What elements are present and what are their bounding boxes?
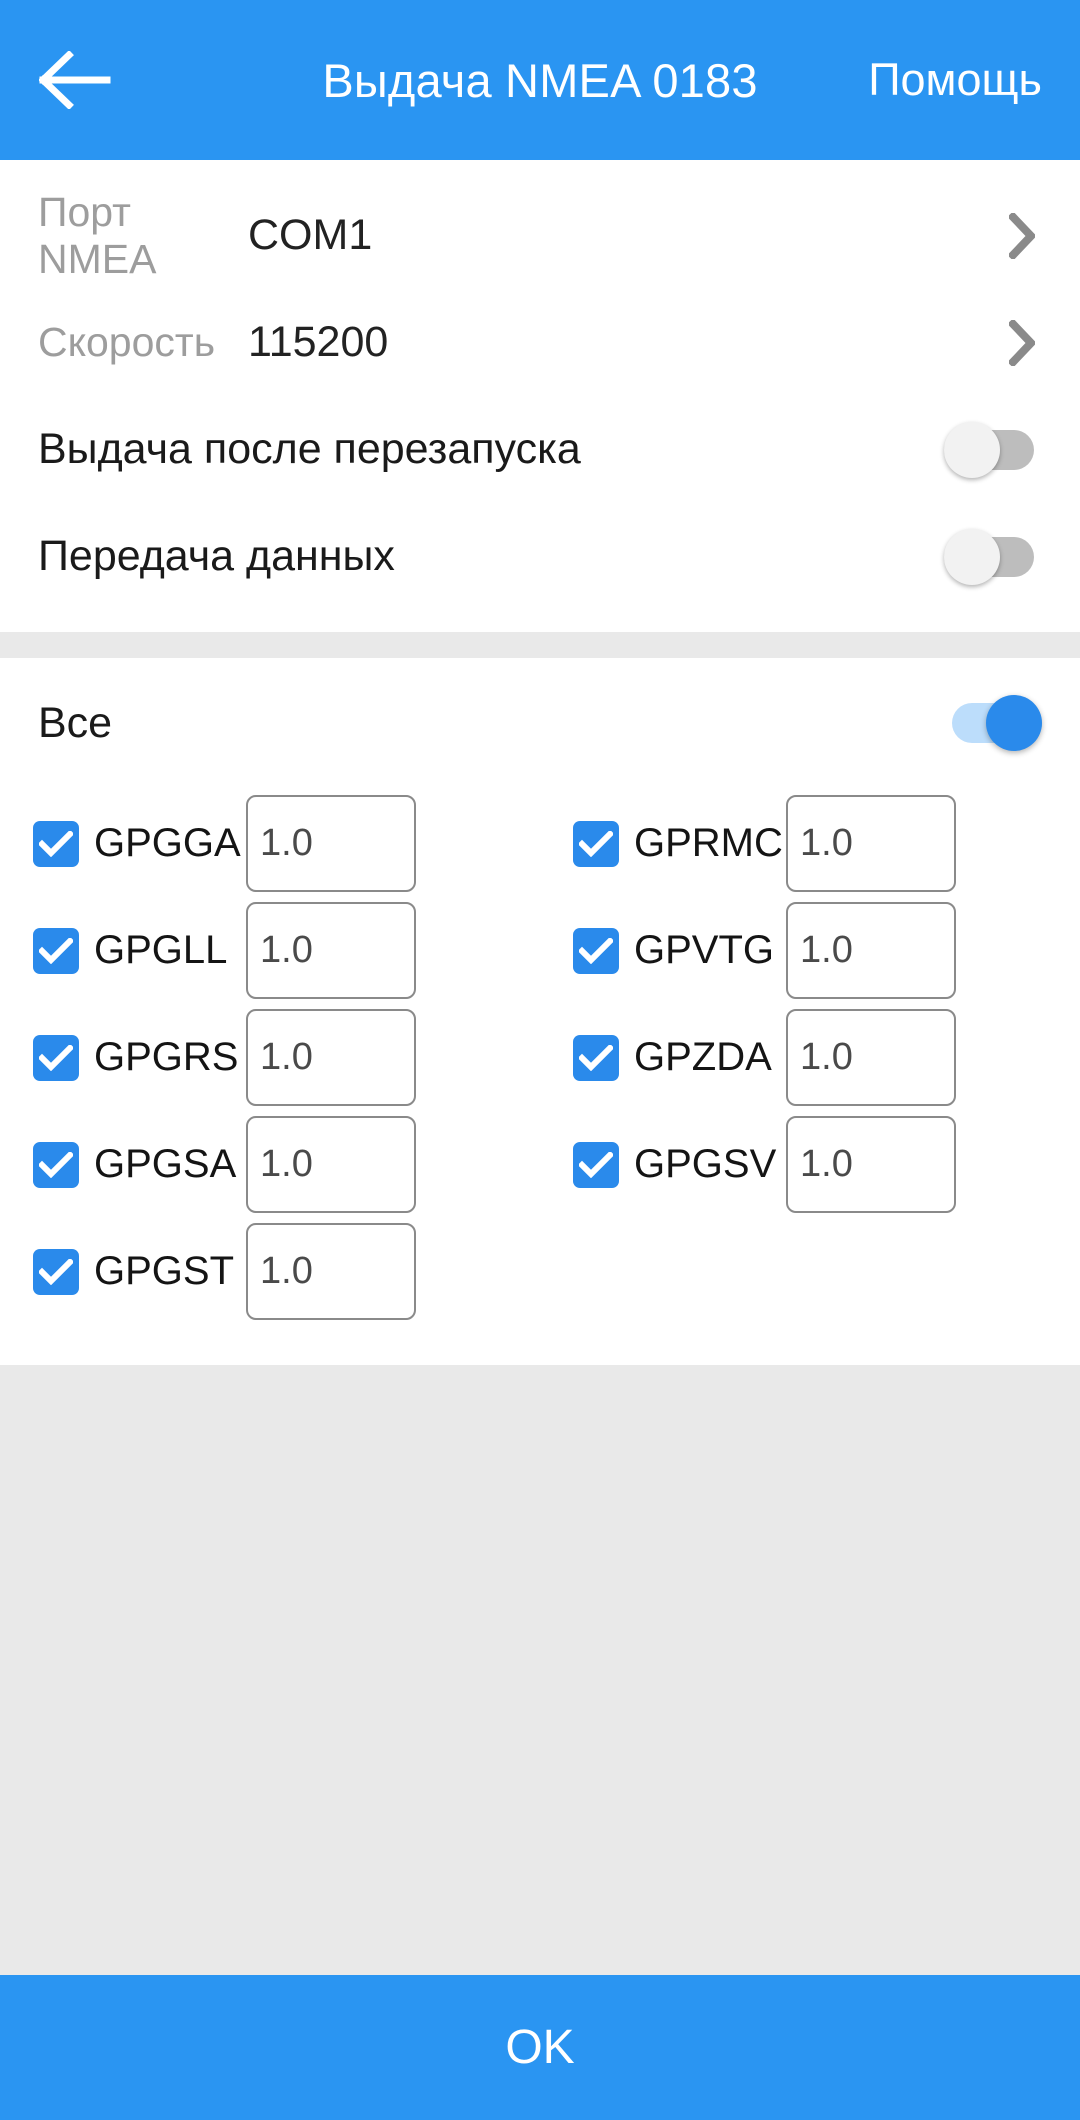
checkbox-gpgsa[interactable]: [33, 1141, 79, 1188]
all-sentences-toggle[interactable]: [944, 695, 1042, 751]
sentence-row: GPGLL GPVTG: [0, 897, 1080, 1004]
sentence-cell-gpgsv: GPGSV: [540, 1116, 1080, 1213]
rate-input-gpgga[interactable]: [246, 795, 416, 892]
sentence-row: GPGST: [0, 1218, 1080, 1325]
toggle-row-data-transmission[interactable]: Передача данных: [0, 503, 1080, 610]
sentence-label-gpgst: GPGST: [94, 1249, 235, 1293]
toggle-knob: [944, 528, 1000, 585]
toggle-knob: [986, 695, 1042, 751]
sentence-label-gpgll: GPGLL: [94, 928, 228, 972]
sentence-label-gpgsa: GPGSA: [94, 1142, 237, 1186]
sentence-row: GPGRS GPZDA: [0, 1004, 1080, 1111]
sentence-label-gprmc: GPRMC: [634, 821, 783, 865]
checkbox-gpzda[interactable]: [573, 1034, 619, 1081]
sentence-grid: GPGGA GPRMC GPGLL: [0, 788, 1080, 1365]
checkbox-gpvtg[interactable]: [573, 927, 619, 974]
sentence-cell-gpgsa: GPGSA: [0, 1116, 540, 1213]
app-bar: Выдача NMEA 0183 Помощь: [0, 0, 1080, 160]
sentence-label-gpgrs: GPGRS: [94, 1035, 239, 1079]
toggle-row-output-after-restart[interactable]: Выдача после перезапуска: [0, 396, 1080, 503]
sentence-label-gpgga: GPGGA: [94, 821, 241, 865]
sentence-cell-gpgll: GPGLL: [0, 902, 540, 999]
rate-input-gpgll[interactable]: [246, 902, 416, 999]
chevron-right-icon: [1002, 319, 1042, 366]
checkbox-gprmc[interactable]: [573, 820, 619, 867]
checkbox-gpgrs[interactable]: [33, 1034, 79, 1081]
data-transmission-toggle[interactable]: [944, 528, 1042, 585]
empty-area: [0, 1365, 1080, 1975]
sentence-cell-gpzda: GPZDA: [540, 1009, 1080, 1106]
setting-row-baud-rate[interactable]: Скорость 115200: [0, 289, 1080, 396]
toggle-row-all-sentences[interactable]: Все: [0, 658, 1080, 788]
baud-rate-label: Скорость: [38, 319, 216, 365]
output-after-restart-toggle[interactable]: [944, 421, 1042, 478]
sentence-label-gpzda: GPZDA: [634, 1035, 772, 1079]
nmea-port-value: COM1: [248, 211, 373, 259]
setting-row-nmea-port[interactable]: Порт NMEA COM1: [0, 182, 1080, 289]
rate-input-gpvtg[interactable]: [786, 902, 956, 999]
ok-button[interactable]: OK: [0, 1975, 1080, 2120]
section-divider: [0, 632, 1080, 658]
connection-settings-card: Порт NMEA COM1 Скорость 115200 Выдача по…: [0, 160, 1080, 632]
rate-input-gpgsv[interactable]: [786, 1116, 956, 1213]
checkbox-gpgga[interactable]: [33, 820, 79, 867]
chevron-right-icon: [1002, 212, 1042, 259]
baud-rate-value: 115200: [248, 318, 389, 366]
rate-input-gpgrs[interactable]: [246, 1009, 416, 1106]
sentence-cell-gprmc: GPRMC: [540, 795, 1080, 892]
checkbox-gpgsv[interactable]: [573, 1141, 619, 1188]
checkbox-gpgst[interactable]: [33, 1248, 79, 1295]
sentence-row: GPGSA GPGSV: [0, 1111, 1080, 1218]
nmea-sentences-card: Все GPGGA GPRM: [0, 658, 1080, 1365]
checkbox-gpgll[interactable]: [33, 927, 79, 974]
nmea-port-label: Порт NMEA: [38, 188, 157, 282]
data-transmission-label: Передача данных: [38, 532, 395, 580]
sentence-cell-gpgga: GPGGA: [0, 795, 540, 892]
sentence-cell-gpvtg: GPVTG: [540, 902, 1080, 999]
all-sentences-label: Все: [38, 698, 113, 747]
rate-input-gpgsa[interactable]: [246, 1116, 416, 1213]
rate-input-gpgst[interactable]: [246, 1223, 416, 1320]
nmea-output-settings-screen: Выдача NMEA 0183 Помощь Порт NMEA COM1 С…: [0, 0, 1080, 2120]
card-top-spacer: [0, 160, 1080, 182]
arrow-left-icon: [39, 51, 111, 109]
sentence-label-gpgsv: GPGSV: [634, 1142, 777, 1186]
sentence-cell-gpgst: GPGST: [0, 1223, 540, 1320]
sentence-label-gpvtg: GPVTG: [634, 928, 775, 972]
help-button[interactable]: Помощь: [868, 0, 1042, 160]
back-button[interactable]: [0, 0, 150, 160]
output-after-restart-label: Выдача после перезапуска: [38, 425, 581, 473]
sentence-cell-gpgrs: GPGRS: [0, 1009, 540, 1106]
card-bottom-spacer: [0, 610, 1080, 632]
toggle-knob: [944, 421, 1000, 478]
rate-input-gprmc[interactable]: [786, 795, 956, 892]
rate-input-gpzda[interactable]: [786, 1009, 956, 1106]
sentence-row: GPGGA GPRMC: [0, 790, 1080, 897]
